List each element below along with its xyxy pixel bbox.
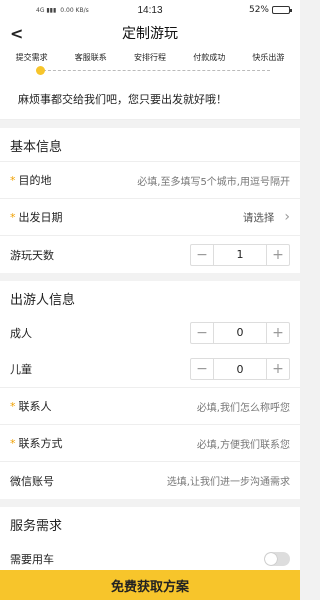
- contact-label: 联系人: [18, 400, 52, 413]
- status-bar: 4G ▮▮▮ 0.00 KB/s 14:13 52%: [0, 0, 300, 20]
- step-label-1: 提交需求: [15, 53, 48, 62]
- required-mark: *: [10, 173, 16, 187]
- wechat-field[interactable]: 微信账号 选填,让我们进一步沟通需求: [0, 462, 300, 499]
- phone-field[interactable]: * 联系方式 必填,方便我们联系您: [0, 425, 300, 462]
- days-plus-button[interactable]: +: [267, 245, 289, 265]
- adults-value[interactable]: 0: [213, 322, 267, 343]
- wechat-label: 微信账号: [10, 474, 54, 488]
- section-title-basic: 基本信息: [0, 128, 300, 162]
- destination-placeholder: 必填,至多填写5个城市,用逗号隔开: [137, 176, 290, 188]
- days-label: 游玩天数: [10, 248, 54, 262]
- adults-minus-button[interactable]: −: [191, 323, 213, 343]
- children-plus-button[interactable]: +: [267, 359, 289, 379]
- section-title-service: 服务需求: [10, 519, 63, 534]
- days-minus-button[interactable]: −: [191, 245, 213, 265]
- step-label-2: 客服联系: [74, 53, 107, 62]
- adults-stepper: − 0 +: [190, 321, 290, 344]
- battery-percent: 52%: [248, 5, 269, 15]
- nav-bar: < 定制游玩: [0, 20, 300, 46]
- date-field[interactable]: * 出发日期 请选择 ›: [0, 199, 300, 236]
- wechat-placeholder: 选填,让我们进一步沟通需求: [166, 477, 290, 488]
- children-stepper: − 0 +: [190, 358, 290, 380]
- chevron-right-icon: ›: [284, 209, 290, 225]
- get-plan-button[interactable]: 免费获取方案: [0, 570, 300, 600]
- required-mark: *: [10, 399, 16, 413]
- step-label-5: 快乐出游: [252, 53, 285, 62]
- destination-label: 目的地: [18, 174, 52, 187]
- service-section: 服务需求 需要用车: [0, 507, 300, 577]
- required-mark: *: [10, 436, 16, 450]
- children-minus-button[interactable]: −: [191, 359, 213, 379]
- children-label: 儿童: [10, 363, 32, 376]
- days-row: 游玩天数 − 1 +: [0, 236, 300, 273]
- slogan: 麻烦事都交给我们吧，您只要出发就好哦！: [0, 86, 300, 120]
- page-title: 定制游玩: [122, 26, 178, 42]
- contact-placeholder: 必填,我们怎么称呼您: [196, 402, 290, 414]
- phone-placeholder: 必填,方便我们联系您: [196, 439, 290, 451]
- phone-label: 联系方式: [18, 437, 63, 450]
- toggle-knob: [265, 552, 277, 565]
- traveler-info-section: 出游人信息 成人 − 0 + 儿童 − 0 + * 联系人 必填,我们怎么称呼您 …: [0, 281, 300, 499]
- step-track: [38, 70, 270, 71]
- battery-icon: [272, 6, 292, 14]
- children-value[interactable]: 0: [213, 359, 267, 379]
- step-label-3: 安排行程: [134, 53, 166, 62]
- basic-info-section: 基本信息 * 目的地 必填,至多填写5个城市,用逗号隔开 * 出发日期 请选择 › 游…: [0, 128, 300, 273]
- date-value: 请选择: [242, 211, 275, 224]
- children-row: 儿童 − 0 +: [0, 351, 300, 388]
- need-car-label: 需要用车: [10, 552, 54, 566]
- days-value[interactable]: 1: [213, 244, 267, 265]
- progress-steps: 提交需求 客服联系 安排行程 付款成功 快乐出游: [0, 46, 300, 86]
- adults-row: 成人 − 0 +: [0, 314, 300, 351]
- section-title-travelers: 出游人信息: [10, 293, 76, 308]
- data-speed: 0.00 KB/s: [60, 6, 89, 14]
- destination-field[interactable]: * 目的地 必填,至多填写5个城市,用逗号隔开: [0, 162, 300, 199]
- battery-indicator: 52%: [248, 5, 292, 15]
- adults-label: 成人: [10, 326, 32, 340]
- chevron-left-icon[interactable]: <: [10, 24, 23, 43]
- signal-indicator: 4G ▮▮▮ 0.00 KB/s: [36, 7, 89, 14]
- days-stepper: − 1 +: [190, 243, 290, 266]
- adults-plus-button[interactable]: +: [267, 323, 289, 343]
- active-step-dot: [36, 66, 45, 75]
- step-label-4: 付款成功: [193, 53, 226, 62]
- contact-field[interactable]: * 联系人 必填,我们怎么称呼您: [0, 388, 300, 425]
- need-car-toggle[interactable]: [264, 551, 290, 566]
- date-label: 出发日期: [18, 211, 63, 224]
- signal-text: 4G ▮▮▮: [36, 6, 57, 14]
- required-mark: *: [10, 210, 16, 224]
